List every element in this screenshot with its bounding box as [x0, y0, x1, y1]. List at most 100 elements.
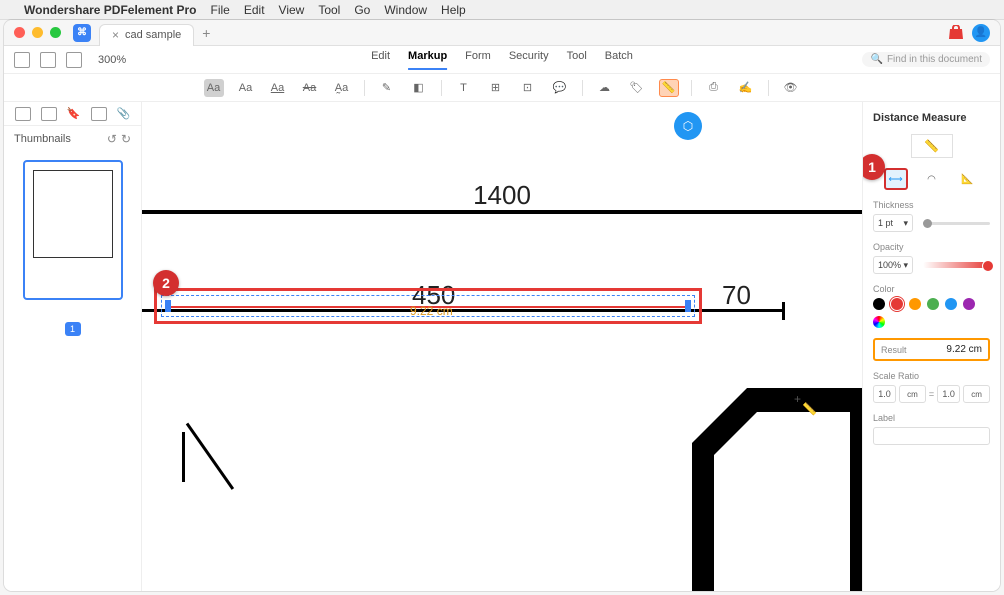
visibility-icon[interactable]: 👁 — [781, 79, 801, 97]
color-swatches — [873, 298, 990, 328]
left-sidebar: 🔖 📎 Thumbnails ↺ ↻ 1 — [4, 102, 142, 591]
highlight-text-icon[interactable]: Aa — [204, 79, 224, 97]
rotate-left-icon[interactable]: ↺ — [107, 132, 117, 146]
scale-from-input[interactable]: 1.0 — [873, 385, 896, 403]
shopping-bag-icon[interactable] — [948, 25, 964, 41]
menu-file[interactable]: File — [211, 3, 230, 17]
stamp-icon[interactable]: ⎙ — [704, 79, 724, 97]
sidebar-tabs: 🔖 📎 — [4, 102, 141, 126]
menu-edit[interactable]: Edit — [244, 3, 265, 17]
tag-icon[interactable]: 🏷 — [627, 79, 647, 97]
text-tool-icon[interactable]: Aa — [236, 79, 256, 97]
menu-go[interactable]: Go — [354, 3, 370, 17]
layers-tab-icon[interactable] — [91, 107, 107, 121]
color-orange[interactable] — [909, 298, 921, 310]
measure-type-tab[interactable]: 📏 — [911, 134, 953, 158]
underline-icon[interactable]: Aa — [268, 79, 288, 97]
thickness-slider[interactable] — [923, 222, 990, 225]
outline-tab-icon[interactable] — [41, 107, 57, 121]
attachment-tab-icon[interactable]: 📎 — [117, 107, 131, 120]
color-red[interactable] — [891, 298, 903, 310]
menu-help[interactable]: Help — [441, 3, 466, 17]
pen-icon[interactable]: ✎ — [377, 79, 397, 97]
sidebar-toggle-icon[interactable] — [14, 52, 30, 68]
app-name[interactable]: Wondershare PDFelement Pro — [24, 3, 197, 17]
document-canvas[interactable]: 1400 450 70 9.22 cm 2 — [142, 102, 862, 591]
tab-title: cad sample — [125, 29, 181, 41]
mac-menubar: Wondershare PDFelement Pro File Edit Vie… — [0, 0, 1004, 20]
user-avatar-icon[interactable]: 👤 — [972, 24, 990, 42]
page-thumbnail[interactable] — [23, 160, 123, 300]
properties-panel: Distance Measure 📏 1 ⟷ ◠ 📐 Thickness 1 p… — [862, 102, 1000, 591]
menu-tool[interactable]: Tool — [567, 50, 587, 70]
ruler-cursor-icon: 📏 — [802, 402, 817, 416]
scale-to-unit[interactable]: cm — [963, 385, 990, 403]
close-tab-icon[interactable]: × — [112, 28, 119, 42]
opacity-slider[interactable] — [923, 262, 990, 268]
menu-edit-doc[interactable]: Edit — [371, 50, 390, 70]
area-tool-icon[interactable]: 📐 — [956, 168, 980, 190]
window-controls — [14, 27, 61, 38]
selection-handle-right[interactable] — [685, 300, 691, 312]
color-picker-icon[interactable] — [873, 316, 885, 328]
thumbnails-list: 1 — [4, 152, 141, 591]
thumbnails-grid-icon[interactable] — [40, 52, 56, 68]
close-window-button[interactable] — [14, 27, 25, 38]
signature-icon[interactable]: ✍ — [736, 79, 756, 97]
cloud-icon[interactable]: ☁ — [595, 79, 615, 97]
measure-tool-icon[interactable]: 📏 — [659, 79, 679, 97]
menu-markup[interactable]: Markup — [408, 50, 447, 70]
scale-from-unit[interactable]: cm — [899, 385, 926, 403]
scale-label: Scale Ratio — [873, 371, 990, 381]
text-box-icon[interactable]: T — [454, 79, 474, 97]
result-label: Result — [881, 345, 907, 355]
squiggle-icon[interactable]: A̰a — [332, 79, 352, 97]
new-tab-button[interactable]: + — [202, 25, 210, 41]
menu-view[interactable]: View — [279, 3, 305, 17]
eraser-icon[interactable]: ◧ — [409, 79, 429, 97]
rotate-right-icon[interactable]: ↻ — [121, 132, 131, 146]
menu-security[interactable]: Security — [509, 50, 549, 70]
distance-tool-icon[interactable]: ⟷ — [884, 168, 908, 190]
maximize-window-button[interactable] — [50, 27, 61, 38]
label-label: Label — [873, 413, 990, 423]
color-blue[interactable] — [945, 298, 957, 310]
top-toolbar: 300% Edit Markup Form Security Tool Batc… — [4, 46, 1000, 74]
app-window: ⌘ × cad sample + 👤 300% Edit Markup Form — [4, 20, 1000, 591]
document-tabs: × cad sample + — [99, 22, 210, 44]
strikethrough-icon[interactable]: Aa — [300, 79, 320, 97]
app-logo-icon: ⌘ — [73, 24, 91, 42]
document-tab[interactable]: × cad sample — [99, 24, 194, 46]
color-green[interactable] — [927, 298, 939, 310]
color-black[interactable] — [873, 298, 885, 310]
callout-icon[interactable]: ⊞ — [486, 79, 506, 97]
scale-to-input[interactable]: 1.0 — [937, 385, 960, 403]
selection-handle-left[interactable] — [165, 300, 171, 312]
minimize-window-button[interactable] — [32, 27, 43, 38]
separator — [768, 80, 769, 96]
color-purple[interactable] — [963, 298, 975, 310]
menu-window[interactable]: Window — [384, 3, 427, 17]
opacity-label: Opacity — [873, 242, 990, 252]
note-icon[interactable]: ⊡ — [518, 79, 538, 97]
floating-action-button[interactable]: ⬡ — [674, 112, 702, 140]
label-input[interactable] — [873, 427, 990, 445]
bookmark-tab-icon[interactable]: 🔖 — [67, 107, 81, 120]
thumbnails-tab-icon[interactable] — [15, 107, 31, 121]
menu-batch[interactable]: Batch — [605, 50, 633, 70]
result-box: Result 9.22 cm — [873, 338, 990, 361]
thickness-select[interactable]: 1 pt▾ — [873, 214, 913, 232]
perimeter-tool-icon[interactable]: ◠ — [920, 168, 944, 190]
menu-form[interactable]: Form — [465, 50, 491, 70]
menu-tool[interactable]: Tool — [318, 3, 340, 17]
measurement-readout: 9.22 cm — [410, 304, 453, 318]
comment-icon[interactable]: 💬 — [550, 79, 570, 97]
search-input[interactable]: 🔍 Find in this document — [862, 52, 990, 67]
view-mode-icon[interactable] — [66, 52, 82, 68]
titlebar: ⌘ × cad sample + 👤 — [4, 20, 1000, 46]
opacity-select[interactable]: 100%▾ — [873, 256, 913, 274]
zoom-level[interactable]: 300% — [98, 54, 126, 66]
page-number-badge: 1 — [65, 322, 81, 336]
main-menu: Edit Markup Form Security Tool Batch — [371, 50, 633, 70]
panel-title: Distance Measure — [873, 112, 990, 124]
